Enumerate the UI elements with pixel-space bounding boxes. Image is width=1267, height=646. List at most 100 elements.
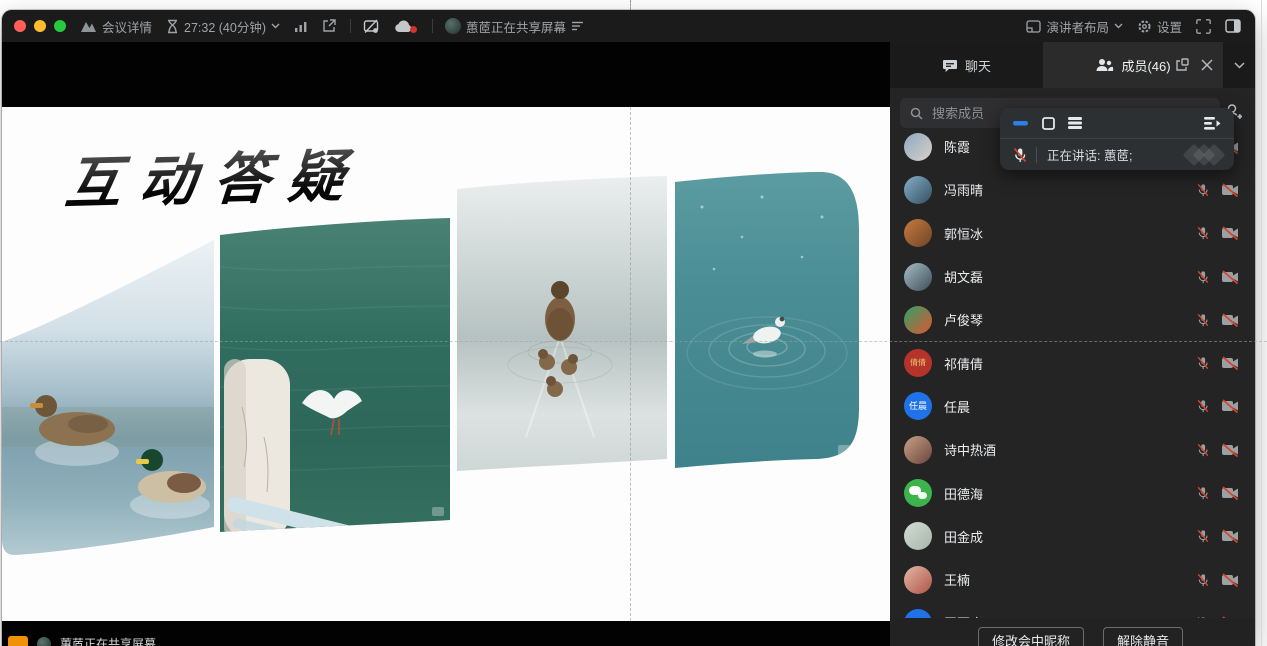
member-list: 陈霞 冯雨晴 郭恒冰 胡文磊 卢俊琴 [890, 125, 1255, 646]
photo-duck-family [457, 167, 667, 477]
member-name: 冯雨晴 [944, 180, 1196, 199]
camera-off-icon[interactable] [1221, 486, 1239, 500]
gear-icon [1137, 19, 1152, 34]
meeting-details-label: 会议详情 [102, 17, 152, 36]
member-name: 郭恒冰 [944, 224, 1196, 243]
speaking-popup: 正在讲话: 蕙茝; [1000, 108, 1234, 170]
member-avatar [904, 133, 932, 161]
settings-button[interactable]: 设置 [1137, 17, 1182, 36]
meeting-details-button[interactable]: 会议详情 [80, 17, 152, 36]
close-panel-icon[interactable] [1201, 59, 1213, 71]
network-signal-button[interactable] [294, 20, 308, 33]
app-logo-icon [80, 19, 97, 33]
member-row[interactable]: 诗中热酒 [890, 428, 1255, 471]
member-row[interactable]: 王楠 [890, 558, 1255, 601]
collapse-to-side-icon[interactable] [1204, 117, 1221, 130]
tab-chat[interactable]: 聊天 [890, 42, 1043, 88]
sharer-avatar [445, 18, 461, 34]
member-name: 田德海 [944, 484, 1196, 503]
sidebar-collapse-button[interactable] [1223, 42, 1255, 88]
avatar-label: 倩倩 [910, 358, 926, 368]
member-row[interactable]: 田金成 [890, 515, 1255, 558]
member-row[interactable]: 任晨 任晨 [890, 385, 1255, 428]
member-avatar: 倩倩 [904, 349, 932, 377]
camera-off-icon[interactable] [1221, 529, 1239, 543]
sidebar-tabstrip: 聊天 成员(46) [890, 42, 1255, 88]
chat-bubble-icon [942, 58, 958, 73]
record-disabled-icon [363, 19, 380, 34]
presenter-share-toolbar[interactable]: 蕙茝正在共享屏幕 [8, 636, 156, 646]
mic-muted-icon[interactable] [1196, 573, 1210, 587]
tab-members-label: 成员(46) [1121, 56, 1170, 75]
single-view-icon[interactable] [1042, 117, 1055, 130]
camera-off-icon[interactable] [1221, 399, 1239, 413]
chevron-down-icon [271, 23, 280, 29]
minimize-traffic-light[interactable] [34, 20, 46, 32]
member-row[interactable]: 郭恒冰 [890, 212, 1255, 255]
layout-label: 演讲者布局 [1046, 17, 1109, 36]
open-external-button[interactable] [322, 19, 336, 33]
camera-off-icon[interactable] [1221, 270, 1239, 284]
mic-muted-icon[interactable] [1196, 356, 1210, 370]
mic-muted-icon[interactable] [1196, 226, 1210, 240]
sharer-status: 蕙茝正在共享屏幕 [445, 17, 584, 36]
member-row[interactable]: 田德海 [890, 471, 1255, 514]
member-row[interactable]: 冯雨晴 [890, 168, 1255, 211]
member-avatar [904, 176, 932, 204]
side-panel-toggle-icon[interactable] [1225, 19, 1241, 33]
mic-muted-icon [1012, 147, 1028, 163]
list-view-icon[interactable] [1068, 117, 1082, 129]
presentation-slide: 互动答疑 [2, 107, 890, 621]
photo-seagull-railing [220, 212, 450, 571]
sharer-list-icon[interactable] [571, 21, 584, 31]
record-disabled-button[interactable] [363, 19, 380, 34]
hourglass-icon [166, 19, 179, 34]
member-name: 胡文磊 [944, 267, 1196, 286]
mic-muted-icon[interactable] [1196, 270, 1210, 284]
mic-muted-icon[interactable] [1196, 183, 1210, 197]
avatar-label: 任晨 [909, 401, 927, 411]
meeting-app-window: 会议详情 27:32 (40分钟) 蕙茝正在共享屏幕 [0, 0, 1267, 646]
search-icon [910, 107, 923, 120]
member-row[interactable]: 胡文磊 [890, 255, 1255, 298]
sharer-status-text: 蕙茝正在共享屏幕 [466, 17, 566, 36]
member-row[interactable]: 卢俊琴 [890, 298, 1255, 341]
watermark-logo [1192, 147, 1222, 163]
member-avatar [904, 306, 932, 334]
minimize-view-icon[interactable] [1013, 120, 1029, 126]
camera-off-icon[interactable] [1221, 443, 1239, 457]
vertical-guide-top [630, 0, 631, 10]
cloud-recording-button[interactable] [394, 19, 414, 33]
open-external-icon [322, 19, 336, 33]
member-avatar [904, 263, 932, 291]
member-avatar [904, 522, 932, 550]
popout-panel-icon[interactable] [1175, 58, 1189, 72]
recording-status-dot [410, 26, 417, 33]
rename-button[interactable]: 修改会中昵称 [978, 627, 1084, 646]
layout-icon [1026, 20, 1041, 33]
close-traffic-light[interactable] [14, 20, 26, 32]
unmute-button[interactable]: 解除静音 [1103, 627, 1183, 646]
mic-muted-icon[interactable] [1196, 313, 1210, 327]
chevron-down-icon [1114, 23, 1123, 29]
camera-off-icon[interactable] [1221, 226, 1239, 240]
mic-muted-icon[interactable] [1196, 529, 1210, 543]
camera-off-icon[interactable] [1221, 183, 1239, 197]
camera-off-icon[interactable] [1221, 313, 1239, 327]
member-name: 任晨 [944, 397, 1196, 416]
shared-screen-stage: 互动答疑 [2, 42, 890, 646]
meeting-timer[interactable]: 27:32 (40分钟) [166, 17, 280, 36]
camera-off-icon[interactable] [1221, 356, 1239, 370]
mic-muted-icon[interactable] [1196, 399, 1210, 413]
fullscreen-icon[interactable] [1196, 19, 1211, 34]
mic-muted-icon[interactable] [1196, 486, 1210, 500]
share-bar-text: 蕙茝正在共享屏幕 [60, 636, 156, 646]
member-name: 田金成 [944, 527, 1196, 546]
tab-members[interactable]: 成员(46) [1043, 42, 1223, 88]
camera-off-icon[interactable] [1221, 573, 1239, 587]
background-window-edge [1261, 0, 1262, 646]
zoom-traffic-light[interactable] [54, 20, 66, 32]
layout-switch-button[interactable]: 演讲者布局 [1026, 17, 1123, 36]
mic-muted-icon[interactable] [1196, 443, 1210, 457]
member-row[interactable]: 倩倩 祁倩倩 [890, 341, 1255, 384]
